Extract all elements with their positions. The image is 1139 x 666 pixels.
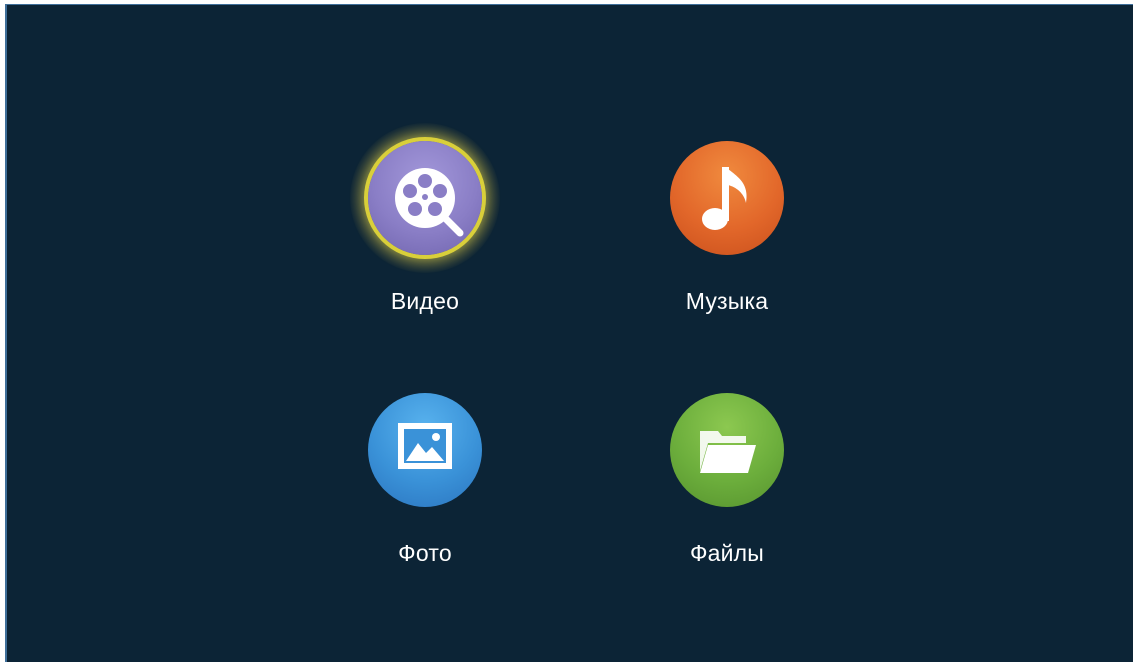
menu-item-video[interactable]: Видео — [325, 123, 525, 343]
folder-icon — [670, 393, 784, 507]
menu-item-music-label: Музыка — [685, 288, 769, 314]
music-icon-wrap — [652, 123, 802, 273]
film-reel-icon — [368, 141, 482, 255]
menu-item-photo-label: Фото — [398, 540, 452, 566]
files-icon-wrap — [652, 375, 802, 525]
music-note-icon — [670, 141, 784, 255]
video-icon-wrap — [350, 123, 500, 273]
menu-item-photo[interactable]: Фото — [325, 375, 525, 595]
menu-item-files[interactable]: Файлы — [627, 375, 827, 595]
menu-item-files-label: Файлы — [689, 540, 765, 566]
menu-item-music[interactable]: Музыка — [627, 123, 827, 343]
menu-item-video-label: Видео — [390, 288, 460, 314]
photo-icon-wrap — [350, 375, 500, 525]
picture-icon — [368, 393, 482, 507]
media-menu-screen: Видео Музыка Фото Файлы — [5, 4, 1133, 662]
